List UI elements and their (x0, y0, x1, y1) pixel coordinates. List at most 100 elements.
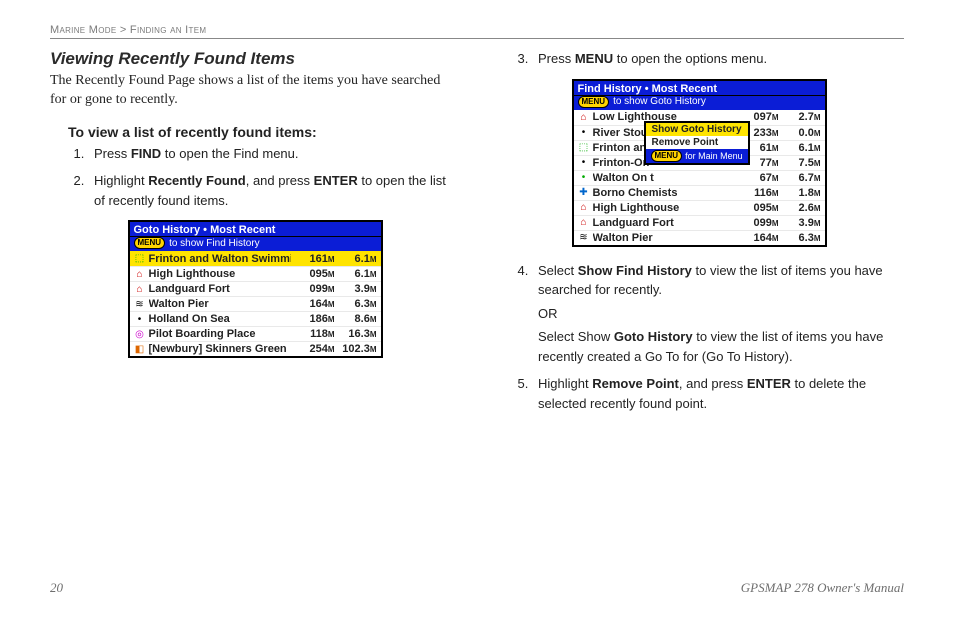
row-bearing: 6.1M (335, 268, 377, 280)
row-icon: ◧ (134, 344, 146, 355)
row-name: Walton Pier (593, 232, 735, 244)
step-4-or: OR (538, 304, 904, 324)
row-distance: 67M (735, 172, 779, 184)
step-5: Highlight Remove Point, and press ENTER … (532, 374, 904, 413)
row-distance: 095M (735, 202, 779, 214)
row-name: Landguard Fort (593, 217, 735, 229)
row-bearing: 8.6M (335, 313, 377, 325)
row-bearing: 6.7M (779, 172, 821, 184)
step-4: Select Show Find History to view the lis… (532, 261, 904, 367)
step-3: Press MENU to open the options menu. (532, 49, 904, 69)
list-item: ⌂Landguard Fort099M3.9M (130, 281, 381, 296)
row-bearing: 6.1M (779, 142, 821, 154)
row-distance: 118M (291, 328, 335, 340)
row-icon: ◎ (134, 329, 146, 340)
running-head-left: Marine Mode (50, 24, 116, 36)
device1-list: ⬚Frinton and Walton Swimmi161M6.1M⌂High … (130, 251, 381, 356)
device2-popup-menu: Show Goto History Remove Point MENU for … (644, 121, 750, 165)
row-bearing: 3.9M (335, 283, 377, 295)
row-icon: ⌂ (578, 217, 590, 228)
steps-left: Press FIND to open the Find menu. Highli… (88, 144, 460, 211)
list-item: ≋Walton Pier164M6.3M (130, 296, 381, 311)
row-distance: 099M (291, 283, 335, 295)
manual-page: Marine Mode > Finding an Item Viewing Re… (0, 0, 954, 618)
manual-name: GPSMAP 278 Owner's Manual (741, 580, 904, 596)
list-item: ⌂High Lighthouse095M2.6M (574, 200, 825, 215)
steps-right-b: Select Show Find History to view the lis… (532, 261, 904, 414)
row-icon: ⌂ (134, 284, 146, 295)
step-1: Press FIND to open the Find menu. (88, 144, 460, 164)
page-number: 20 (50, 580, 63, 596)
row-distance: 164M (291, 298, 335, 310)
row-icon: ⌂ (134, 269, 146, 280)
row-distance: 186M (291, 313, 335, 325)
row-bearing: 16.3M (335, 328, 377, 340)
popup-hint: MENU for Main Menu (646, 149, 748, 163)
list-item: ◧[Newbury] Skinners Green254M102.3M (130, 341, 381, 356)
menu-icon: MENU (134, 237, 166, 249)
list-item: ◎Pilot Boarding Place118M16.3M (130, 326, 381, 341)
row-bearing: 3.9M (779, 217, 821, 229)
device2-title: Find History • Most Recent (574, 81, 825, 96)
popup-item-remove-point: Remove Point (646, 136, 748, 149)
row-distance: 161M (291, 253, 335, 265)
list-item: •Holland On Sea186M8.6M (130, 311, 381, 326)
row-distance: 164M (735, 232, 779, 244)
row-name: High Lighthouse (593, 202, 735, 214)
row-name: [Newbury] Skinners Green (149, 343, 291, 355)
steps-right-a: Press MENU to open the options menu. (532, 49, 904, 69)
device-screenshot-goto-history: Goto History • Most Recent MENU to show … (128, 220, 383, 358)
list-item: ⬚Frinton and Walton Swimmi161M6.1M (130, 251, 381, 266)
task-title: To view a list of recently found items: (68, 124, 460, 140)
row-bearing: 102.3M (335, 343, 377, 355)
row-bearing: 6.1M (335, 253, 377, 265)
row-name: Frinton and Walton Swimmi (149, 253, 291, 265)
list-item: ⌂Landguard Fort099M3.9M (574, 215, 825, 230)
row-icon: ✚ (578, 187, 590, 198)
device1-hint-text: to show Find History (169, 238, 260, 249)
row-name: Holland On Sea (149, 313, 291, 325)
row-icon: • (578, 127, 590, 138)
row-distance: 099M (735, 217, 779, 229)
menu-icon: MENU (578, 96, 610, 108)
row-bearing: 1.8M (779, 187, 821, 199)
two-column-layout: Viewing Recently Found Items The Recentl… (50, 49, 904, 421)
row-bearing: 0.0M (779, 127, 821, 139)
row-bearing: 6.3M (779, 232, 821, 244)
list-item: •Walton On t67M6.7M (574, 170, 825, 185)
running-head: Marine Mode > Finding an Item (50, 24, 904, 36)
right-column: Press MENU to open the options menu. Fin… (494, 49, 904, 421)
row-distance: 254M (291, 343, 335, 355)
device1-hint: MENU to show Find History (130, 237, 381, 251)
menu-icon: MENU (651, 150, 683, 162)
row-icon: ⌂ (578, 202, 590, 213)
device-screenshot-find-history: Find History • Most Recent MENU to show … (572, 79, 827, 247)
row-icon: • (578, 172, 590, 183)
row-name: Borno Chemists (593, 187, 735, 199)
device1-title: Goto History • Most Recent (130, 222, 381, 237)
list-item: ⌂High Lighthouse095M6.1M (130, 266, 381, 281)
row-icon: ≋ (578, 232, 590, 243)
row-name: Pilot Boarding Place (149, 328, 291, 340)
row-icon: ⬚ (578, 142, 590, 153)
row-icon: ≋ (134, 299, 146, 310)
row-icon: ⬚ (134, 253, 146, 264)
row-distance: 116M (735, 187, 779, 199)
section-lead: The Recently Found Page shows a list of … (50, 72, 460, 110)
popup-item-show-goto-history: Show Goto History (646, 123, 748, 136)
page-footer: 20 GPSMAP 278 Owner's Manual (50, 580, 904, 596)
row-bearing: 7.5M (779, 157, 821, 169)
section-title: Viewing Recently Found Items (50, 49, 460, 69)
row-name: Walton Pier (149, 298, 291, 310)
row-name: Landguard Fort (149, 283, 291, 295)
row-name: Walton On t (593, 172, 735, 184)
list-item: ≋Walton Pier164M6.3M (574, 230, 825, 245)
row-bearing: 2.7M (779, 111, 821, 123)
running-head-sep: > (120, 24, 127, 36)
row-bearing: 2.6M (779, 202, 821, 214)
running-head-right: Finding an Item (130, 24, 206, 36)
device2-hint-text: to show Goto History (613, 96, 706, 107)
row-name: High Lighthouse (149, 268, 291, 280)
row-icon: ⌂ (578, 112, 590, 123)
step-2: Highlight Recently Found, and press ENTE… (88, 171, 460, 210)
